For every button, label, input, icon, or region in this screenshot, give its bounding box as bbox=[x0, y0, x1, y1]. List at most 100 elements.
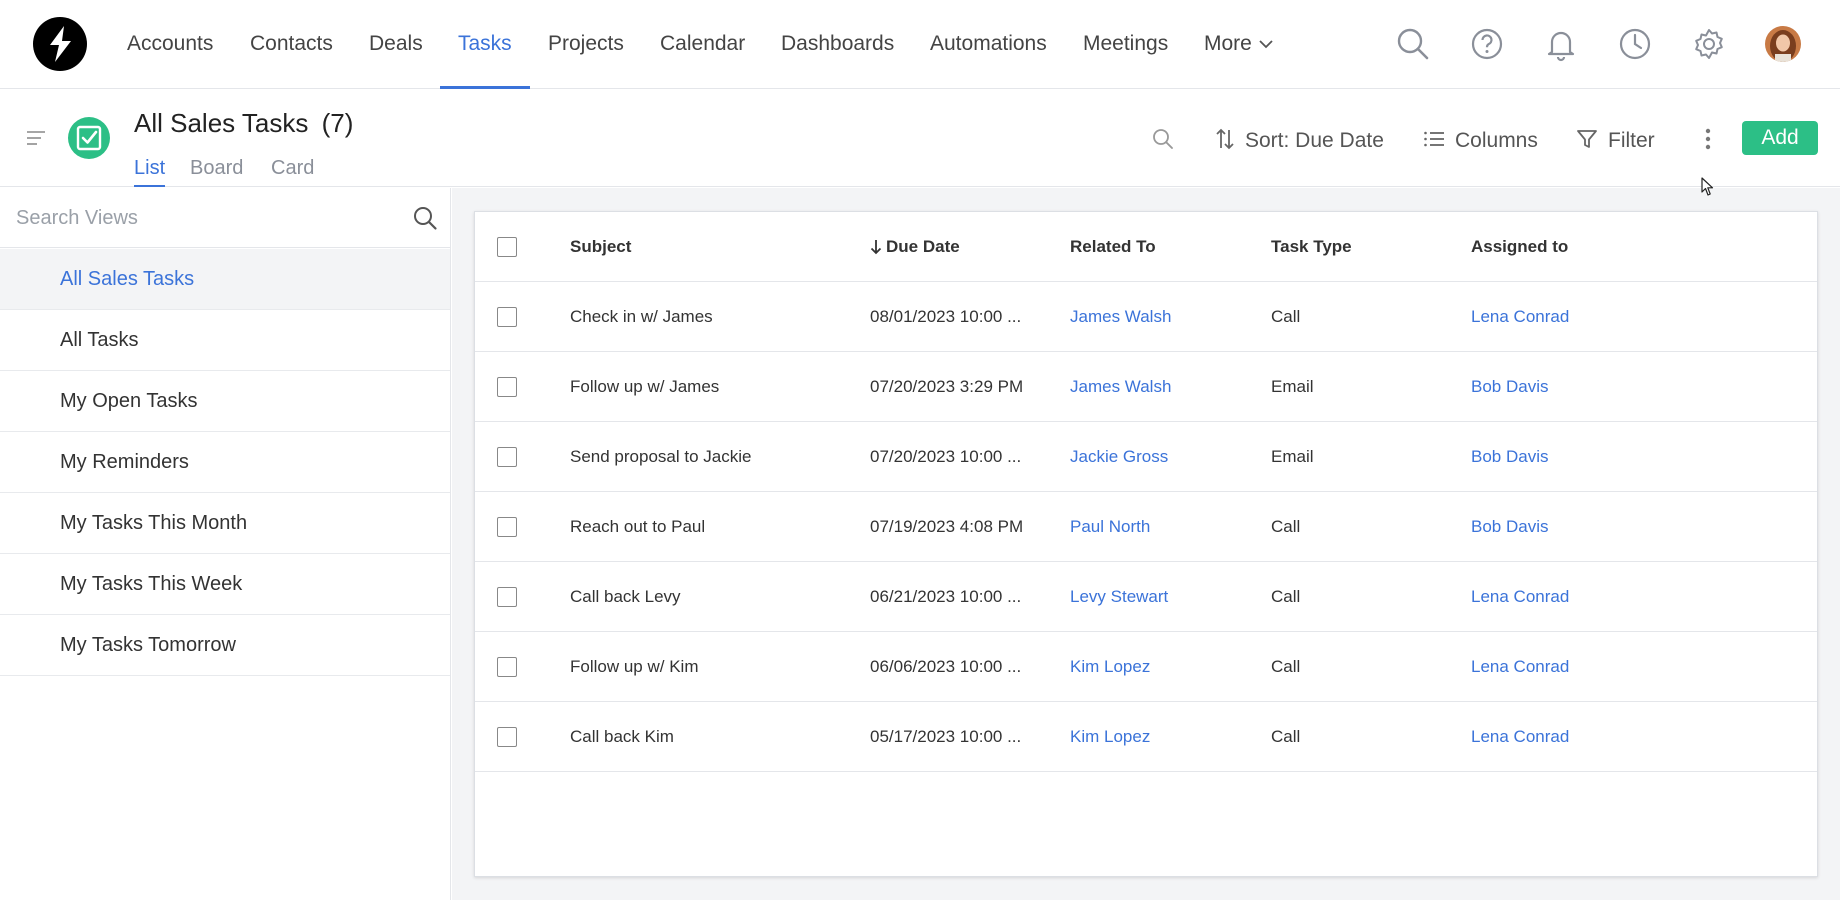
more-options-icon[interactable] bbox=[1704, 126, 1722, 156]
view-item-my-open-tasks[interactable]: My Open Tasks bbox=[0, 371, 450, 432]
task-related-to-link[interactable]: James Walsh bbox=[1070, 282, 1250, 352]
nav-item-dashboards[interactable]: Dashboards bbox=[781, 0, 894, 89]
column-header-related-to[interactable]: Related To bbox=[1070, 212, 1250, 282]
sort-icon bbox=[1216, 129, 1234, 150]
search-views-input[interactable] bbox=[16, 202, 396, 234]
view-item-my-tasks-this-month[interactable]: My Tasks This Month bbox=[0, 493, 450, 554]
columns-button[interactable]: Columns bbox=[1423, 126, 1538, 156]
task-assignee-link[interactable]: Lena Conrad bbox=[1471, 282, 1691, 352]
view-item-my-tasks-this-week[interactable]: My Tasks This Week bbox=[0, 554, 450, 615]
table-row[interactable]: Follow up w/ Kim 06/06/2023 10:00 ... Ki… bbox=[475, 632, 1817, 702]
user-avatar[interactable] bbox=[1765, 26, 1801, 62]
menu-icon[interactable] bbox=[26, 130, 46, 151]
task-subject[interactable]: Follow up w/ James bbox=[570, 352, 850, 422]
column-header-due-date[interactable]: Due Date bbox=[870, 212, 1040, 282]
column-header-subject[interactable]: Subject bbox=[570, 212, 850, 282]
table-row[interactable]: Reach out to Paul 07/19/2023 4:08 PM Pau… bbox=[475, 492, 1817, 562]
task-related-to-link[interactable]: Jackie Gross bbox=[1070, 422, 1250, 492]
task-subject[interactable]: Send proposal to Jackie bbox=[570, 422, 850, 492]
row-checkbox[interactable] bbox=[497, 657, 517, 677]
task-subject[interactable]: Reach out to Paul bbox=[570, 492, 850, 562]
row-checkbox[interactable] bbox=[497, 447, 517, 467]
columns-label: Columns bbox=[1455, 129, 1538, 152]
nav-item-calendar[interactable]: Calendar bbox=[660, 0, 745, 89]
view-item-my-tasks-tomorrow[interactable]: My Tasks Tomorrow bbox=[0, 615, 450, 676]
task-type: Call bbox=[1271, 307, 1301, 326]
nav-item-automations[interactable]: Automations bbox=[930, 0, 1047, 89]
nav-item-contacts[interactable]: Contacts bbox=[250, 0, 333, 89]
task-type: Call bbox=[1271, 517, 1301, 536]
view-item-my-reminders[interactable]: My Reminders bbox=[0, 432, 450, 493]
search-icon[interactable] bbox=[412, 205, 438, 236]
nav-item-deals[interactable]: Deals bbox=[369, 0, 423, 89]
task-subject[interactable]: Check in w/ James bbox=[570, 282, 850, 352]
tasks-module-icon bbox=[68, 117, 110, 159]
table-row[interactable]: Send proposal to Jackie 07/20/2023 10:00… bbox=[475, 422, 1817, 492]
task-related-to-link[interactable]: James Walsh bbox=[1070, 352, 1250, 422]
task-subject[interactable]: Follow up w/ Kim bbox=[570, 632, 850, 702]
nav-item-projects[interactable]: Projects bbox=[548, 0, 624, 89]
task-assignee-link[interactable]: Lena Conrad bbox=[1471, 632, 1691, 702]
filter-label: Filter bbox=[1608, 129, 1655, 152]
row-checkbox[interactable] bbox=[497, 587, 517, 607]
view-header: All Sales Tasks (7) List Board Card Sort… bbox=[0, 90, 1840, 187]
chevron-down-icon bbox=[1259, 40, 1273, 49]
task-assignee-link[interactable]: Bob Davis bbox=[1471, 492, 1691, 562]
nav-item-accounts[interactable]: Accounts bbox=[127, 0, 213, 89]
add-button[interactable]: Add bbox=[1742, 121, 1818, 155]
tab-board[interactable]: Board bbox=[190, 157, 243, 180]
task-related-to-link[interactable]: Paul North bbox=[1070, 492, 1250, 562]
row-checkbox[interactable] bbox=[497, 307, 517, 327]
task-due-date: 07/20/2023 10:00 ... bbox=[870, 447, 1022, 466]
task-assignee-link[interactable]: Bob Davis bbox=[1471, 352, 1691, 422]
sort-button[interactable]: Sort: Due Date bbox=[1215, 126, 1384, 156]
row-checkbox[interactable] bbox=[497, 517, 517, 537]
view-name: All Sales Tasks bbox=[134, 108, 309, 138]
task-due-date: 06/06/2023 10:00 ... bbox=[870, 657, 1022, 676]
arrow-down-icon bbox=[870, 239, 882, 254]
table-row[interactable]: Check in w/ James 08/01/2023 10:00 ... J… bbox=[475, 282, 1817, 352]
list-search-icon[interactable] bbox=[1151, 126, 1185, 156]
task-related-to-link[interactable]: Levy Stewart bbox=[1070, 562, 1250, 632]
tab-card[interactable]: Card bbox=[271, 157, 314, 180]
help-icon[interactable] bbox=[1468, 25, 1506, 63]
table-row[interactable]: Call back Levy 06/21/2023 10:00 ... Levy… bbox=[475, 562, 1817, 632]
task-related-to-link[interactable]: Kim Lopez bbox=[1070, 632, 1250, 702]
task-subject[interactable]: Call back Kim bbox=[570, 702, 850, 772]
due-date-header-label: Due Date bbox=[886, 237, 960, 256]
gear-icon[interactable] bbox=[1690, 25, 1728, 63]
task-subject[interactable]: Call back Levy bbox=[570, 562, 850, 632]
column-header-assigned-to[interactable]: Assigned to bbox=[1471, 212, 1691, 282]
filter-button[interactable]: Filter bbox=[1576, 126, 1655, 156]
row-checkbox[interactable] bbox=[497, 377, 517, 397]
tab-list[interactable]: List bbox=[134, 157, 166, 187]
task-due-date: 06/21/2023 10:00 ... bbox=[870, 587, 1022, 606]
task-assignee-link[interactable]: Lena Conrad bbox=[1471, 562, 1691, 632]
task-type: Call bbox=[1271, 657, 1301, 676]
active-nav-indicator bbox=[440, 86, 530, 89]
view-item-all-sales-tasks[interactable]: All Sales Tasks bbox=[0, 249, 450, 310]
view-item-all-tasks[interactable]: All Tasks bbox=[0, 310, 450, 371]
column-header-task-type[interactable]: Task Type bbox=[1271, 212, 1451, 282]
nav-item-tasks[interactable]: Tasks bbox=[458, 0, 512, 89]
task-type: Email bbox=[1271, 377, 1314, 396]
nav-more-menu[interactable]: More bbox=[1204, 0, 1274, 89]
tasks-table: Subject Due Date Related To Task Type As… bbox=[474, 211, 1818, 877]
filter-icon bbox=[1577, 130, 1597, 149]
task-type: Call bbox=[1271, 587, 1301, 606]
task-assignee-link[interactable]: Bob Davis bbox=[1471, 422, 1691, 492]
search-icon[interactable] bbox=[1394, 25, 1432, 63]
bell-icon[interactable] bbox=[1542, 25, 1580, 63]
task-assignee-link[interactable]: Lena Conrad bbox=[1471, 702, 1691, 772]
task-related-to-link[interactable]: Kim Lopez bbox=[1070, 702, 1250, 772]
view-search bbox=[0, 188, 450, 248]
table-row[interactable]: Call back Kim 05/17/2023 10:00 ... Kim L… bbox=[475, 702, 1817, 772]
clock-icon[interactable] bbox=[1616, 25, 1654, 63]
app-logo[interactable] bbox=[33, 17, 87, 71]
row-checkbox[interactable] bbox=[497, 727, 517, 747]
select-all-checkbox[interactable] bbox=[497, 237, 517, 257]
task-due-date: 08/01/2023 10:00 ... bbox=[870, 307, 1022, 326]
nav-item-meetings[interactable]: Meetings bbox=[1083, 0, 1168, 89]
table-row[interactable]: Follow up w/ James 07/20/2023 3:29 PM Ja… bbox=[475, 352, 1817, 422]
task-type: Call bbox=[1271, 727, 1301, 746]
